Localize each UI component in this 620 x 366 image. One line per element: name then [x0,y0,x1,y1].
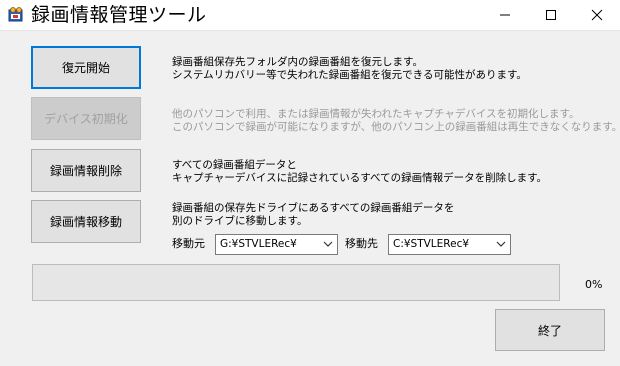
exit-button[interactable]: 終了 [495,309,605,351]
source-drive-value: G:¥STVLERec¥ [220,238,297,250]
restore-start-button[interactable]: 復元開始 [31,46,141,89]
app-window: 録画情報管理ツール 復元開始 録画番組保存先フォルダ内の録画番組を復元します。 … [0,0,620,366]
title-bar[interactable]: 録画情報管理ツール [0,0,620,31]
close-icon [591,9,603,21]
destination-drive-value: C:¥STVLERec¥ [393,238,470,250]
app-icon [8,7,23,22]
maximize-icon [546,10,556,20]
chevron-down-icon [323,241,333,247]
minimize-icon [500,14,510,16]
restore-description-line: 録画番組保存先フォルダ内の録画番組を復元します。 [172,56,423,68]
restore-description: 録画番組保存先フォルダ内の録画番組を復元します。 システムリカバリー等で失われた… [172,56,527,82]
chevron-down-icon [496,241,506,247]
device-initialize-description-line: 他のパソコンで利用、または録画情報が失われたキャプチャデバイスを初期化します。 [172,108,580,120]
delete-recording-info-description-line: すべての録画番組データと [172,159,297,171]
destination-label: 移動先 [345,237,378,250]
source-label: 移動元 [172,237,205,250]
source-drive-select[interactable]: G:¥STVLERec¥ [215,234,338,255]
maximize-button[interactable] [528,0,574,30]
restore-description-line: システムリカバリー等で失われた録画番組を復元できる可能性があります。 [172,69,527,81]
delete-recording-info-button[interactable]: 録画情報削除 [31,149,141,192]
progress-bar [32,264,560,301]
delete-recording-info-description: すべての録画番組データと キャプチャーデバイスに記録されているすべての録画情報デ… [172,159,547,185]
move-recording-info-description: 録画番組の保存先ドライブにあるすべての録画番組データを 別のドライブに移動します… [172,202,454,228]
destination-drive-select[interactable]: C:¥STVLERec¥ [388,234,511,255]
move-recording-info-button[interactable]: 録画情報移動 [31,200,141,243]
move-recording-info-description-line: 録画番組の保存先ドライブにあるすべての録画番組データを [172,202,455,214]
device-initialize-description-line: このパソコンで録画が可能になりますが、他のパソコン上の録画番組は再生できなくなり… [172,121,620,133]
device-initialize-button[interactable]: デバイス初期化 [31,97,141,140]
move-recording-info-description-line: 別のドライブに移動します。 [172,215,308,227]
window-title: 録画情報管理ツール [31,4,207,26]
device-initialize-description: 他のパソコンで利用、または録画情報が失われたキャプチャデバイスを初期化します。 … [172,108,620,134]
progress-percent: 0% [585,278,603,291]
close-button[interactable] [574,0,620,30]
delete-recording-info-description-line: キャプチャーデバイスに記録されているすべての録画情報データを削除します。 [172,172,548,184]
minimize-button[interactable] [482,0,528,30]
